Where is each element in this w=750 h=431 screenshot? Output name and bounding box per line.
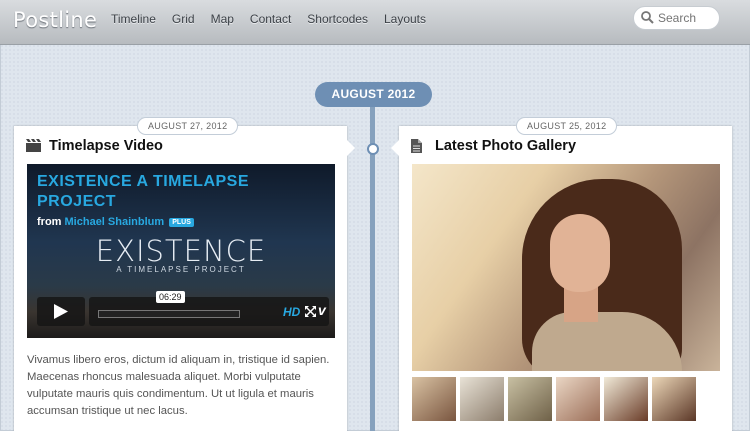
- gallery-thumbnails: [412, 377, 700, 421]
- post-card-timelapse: AUGUST 27, 2012 Timelapse Video EXISTENC…: [14, 117, 355, 431]
- nav-item-map[interactable]: Map: [211, 12, 234, 26]
- search-box[interactable]: [633, 6, 720, 30]
- video-progress-bar[interactable]: [98, 310, 240, 318]
- timeline-month-label[interactable]: AUGUST 2012: [315, 82, 432, 107]
- nav-item-grid[interactable]: Grid: [172, 12, 195, 26]
- gallery-thumbnail[interactable]: [460, 377, 504, 421]
- video-big-title: EXISTENCE: [95, 234, 267, 268]
- site-logo[interactable]: Postline: [13, 8, 97, 32]
- video-player[interactable]: EXISTENCE A TIMELAPSE PROJECT from Micha…: [27, 164, 335, 338]
- card-pointer: [347, 140, 355, 156]
- gallery-thumbnail[interactable]: [556, 377, 600, 421]
- post-date: AUGUST 25, 2012: [516, 117, 618, 135]
- post-title[interactable]: Timelapse Video: [49, 138, 163, 154]
- film-icon: [26, 139, 41, 152]
- main-menu: Timeline Grid Map Contact Shortcodes Lay…: [103, 12, 434, 26]
- video-title-line1: EXISTENCE A TIMELAPSE: [37, 173, 250, 190]
- video-byline: from Michael Shainblum PLUS: [37, 216, 194, 228]
- post-card-gallery: AUGUST 25, 2012 Latest Photo Gallery: [391, 117, 732, 431]
- nav-item-layouts[interactable]: Layouts: [384, 12, 426, 26]
- card-pointer: [391, 140, 399, 156]
- gallery-thumbnail[interactable]: [604, 377, 648, 421]
- post-title[interactable]: Latest Photo Gallery: [435, 138, 576, 154]
- post-date: AUGUST 27, 2012: [137, 117, 239, 135]
- nav-item-timeline[interactable]: Timeline: [111, 12, 156, 26]
- fullscreen-icon[interactable]: [305, 306, 316, 317]
- video-time: 06:29: [156, 291, 185, 303]
- gallery-main-photo[interactable]: [412, 164, 720, 371]
- search-icon: [641, 11, 654, 24]
- search-input[interactable]: [658, 9, 714, 26]
- post-excerpt: Vivamus libero eros, dictum id aliquam i…: [27, 354, 330, 417]
- video-controls: 06:29 HD v: [89, 291, 329, 326]
- video-author-link[interactable]: Michael Shainblum: [65, 216, 165, 228]
- photo-shape: [550, 214, 610, 292]
- plus-badge: PLUS: [169, 217, 194, 227]
- play-icon: [54, 304, 68, 319]
- hd-button[interactable]: HD: [283, 305, 300, 319]
- play-button[interactable]: [37, 297, 85, 326]
- top-navbar: Postline Timeline Grid Map Contact Short…: [0, 0, 750, 45]
- gallery-thumbnail[interactable]: [652, 377, 696, 421]
- byline-from: from: [37, 216, 62, 228]
- document-icon: [411, 139, 422, 153]
- vimeo-logo[interactable]: v: [318, 302, 326, 318]
- gallery-thumbnail[interactable]: [412, 377, 456, 421]
- gallery-thumbnail[interactable]: [508, 377, 552, 421]
- nav-item-shortcodes[interactable]: Shortcodes: [307, 12, 368, 26]
- video-subtitle: A TIMELAPSE PROJECT: [116, 265, 246, 274]
- timeline-dot: [367, 143, 379, 155]
- video-title[interactable]: EXISTENCE A TIMELAPSE PROJECT: [37, 172, 249, 212]
- video-title-line2: PROJECT: [37, 193, 117, 210]
- nav-item-contact[interactable]: Contact: [250, 12, 291, 26]
